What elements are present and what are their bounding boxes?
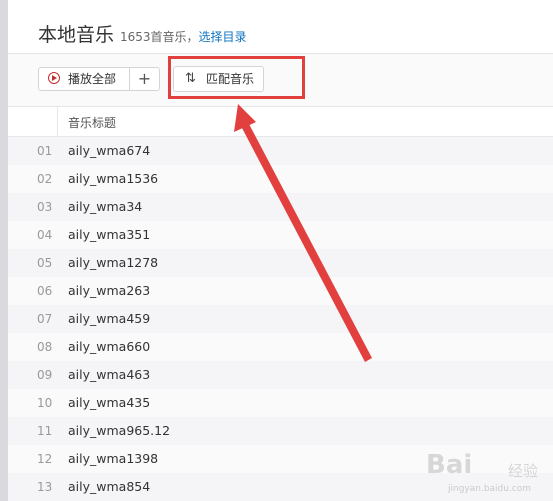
- row-number: 01: [37, 144, 53, 158]
- row-number: 12: [37, 452, 53, 466]
- row-number: 08: [37, 340, 53, 354]
- left-sidebar-edge: [0, 0, 8, 501]
- song-title: aily_wma1278: [68, 255, 159, 270]
- table-row[interactable]: 11 aily_wma965.12: [8, 417, 553, 445]
- table-row[interactable]: 05 aily_wma1278: [8, 249, 553, 277]
- table-row[interactable]: 02 aily_wma1536: [8, 165, 553, 193]
- toolbar: 播放全部 + ⇅ 匹配音乐: [8, 54, 553, 107]
- song-list: 01 aily_wma674 02 aily_wma1536 03 aily_wma34 0…: [8, 137, 553, 501]
- table-row[interactable]: 12 aily_wma1398: [8, 445, 553, 473]
- song-title: aily_wma351: [68, 227, 151, 242]
- table-row[interactable]: 03 aily_wma34: [8, 193, 553, 221]
- table-row[interactable]: 13 aily_wma854: [8, 473, 553, 501]
- row-number: 05: [37, 256, 53, 270]
- table-column-header: 音乐标题: [8, 107, 553, 137]
- song-count: 1653首音乐，选择目录: [120, 29, 247, 45]
- song-title: aily_wma660: [68, 339, 151, 354]
- song-title: aily_wma34: [68, 199, 143, 214]
- row-number: 06: [37, 284, 53, 298]
- table-row[interactable]: 06 aily_wma263: [8, 277, 553, 305]
- row-number: 11: [37, 424, 53, 438]
- select-directory-link[interactable]: 选择目录: [199, 30, 247, 44]
- row-number: 10: [37, 396, 53, 410]
- song-title: aily_wma1536: [68, 171, 159, 186]
- song-title: aily_wma263: [68, 283, 151, 298]
- row-number: 03: [37, 200, 53, 214]
- play-circle-icon: [48, 72, 60, 84]
- row-number: 02: [37, 172, 53, 186]
- add-to-playlist-button[interactable]: +: [129, 67, 160, 91]
- song-count-text: 1653首音乐，: [120, 30, 199, 44]
- column-divider: [57, 107, 58, 136]
- row-number: 09: [37, 368, 53, 382]
- play-all-label: 播放全部: [68, 72, 117, 86]
- song-title: aily_wma965.12: [68, 423, 171, 438]
- match-music-label: 匹配音乐: [206, 72, 255, 86]
- table-row[interactable]: 09 aily_wma463: [8, 361, 553, 389]
- row-number: 04: [37, 228, 53, 242]
- song-title: aily_wma463: [68, 367, 151, 382]
- song-title: aily_wma674: [68, 143, 151, 158]
- sync-icon: ⇅: [185, 71, 196, 86]
- table-row[interactable]: 08 aily_wma660: [8, 333, 553, 361]
- table-row[interactable]: 10 aily_wma435: [8, 389, 553, 417]
- song-title: aily_wma854: [68, 479, 151, 494]
- match-music-button[interactable]: ⇅ 匹配音乐: [173, 66, 264, 92]
- page-title: 本地音乐: [38, 24, 115, 46]
- song-title: aily_wma459: [68, 311, 151, 326]
- song-title: aily_wma1398: [68, 451, 159, 466]
- table-row[interactable]: 07 aily_wma459: [8, 305, 553, 333]
- play-all-button[interactable]: 播放全部: [38, 67, 130, 91]
- table-row[interactable]: 01 aily_wma674: [8, 137, 553, 165]
- page-header: 本地音乐 1653首音乐，选择目录: [8, 0, 553, 54]
- row-number: 07: [37, 312, 53, 326]
- column-title-music[interactable]: 音乐标题: [68, 114, 116, 131]
- plus-icon: +: [137, 69, 152, 88]
- row-number: 13: [37, 480, 53, 494]
- table-row[interactable]: 04 aily_wma351: [8, 221, 553, 249]
- song-title: aily_wma435: [68, 395, 151, 410]
